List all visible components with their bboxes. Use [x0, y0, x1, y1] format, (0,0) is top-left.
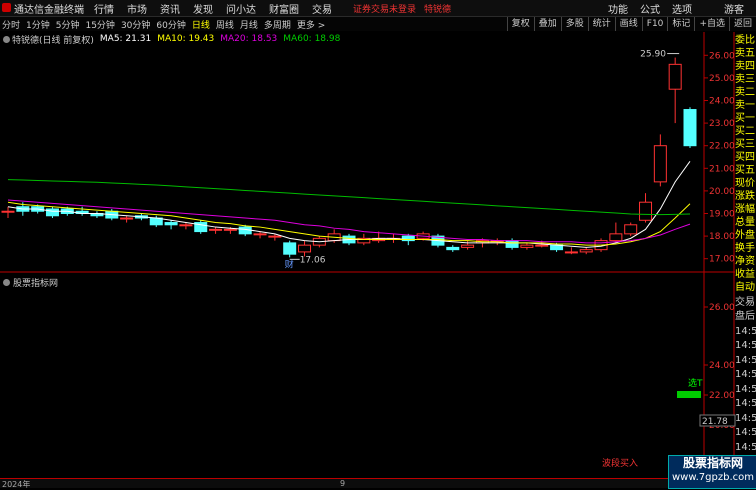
quote-field-label: 总量: [735, 217, 755, 228]
event-marker: 财: [285, 258, 294, 270]
kline-chart[interactable]: 26.00 25.00 24.00 23.00 22.00 21.00 20.00 19.00…: [0, 0, 756, 487]
quote-field-label: 卖一: [735, 100, 755, 111]
candle-body: [624, 224, 638, 235]
candle-body: [268, 235, 282, 238]
candle-body: [283, 242, 297, 255]
quote-field-label: 净资: [735, 256, 755, 267]
y-tick-label: 17.00: [709, 255, 735, 265]
quote-field-label: 买三: [735, 139, 755, 150]
trade-row: 14:50: [735, 427, 756, 438]
candle-body: [653, 145, 667, 183]
high-price-label: 25.90: [640, 50, 666, 60]
y-tick-label: 25.00: [709, 74, 735, 84]
watermark: 股票指标网 www.7gpzb.com: [668, 455, 756, 489]
indicator-tick-label: 26.00: [709, 303, 735, 313]
trade-row: 盘后: [735, 311, 755, 322]
date-axis-year: 2024年: [2, 480, 31, 489]
trade-row: 自动: [735, 282, 755, 293]
trade-panel: 自动交易盘后 14:50 14:50 14:50 14:50 14:50 14:50 14:5…: [735, 281, 756, 467]
trade-row: 14:50: [735, 325, 756, 337]
candle-body: [564, 251, 578, 254]
quote-field-label: 收益: [735, 269, 755, 280]
quote-field-label: 卖四: [735, 61, 755, 72]
candle-body: [223, 228, 237, 231]
quote-field-label: 涨幅: [735, 204, 755, 215]
quote-field-label: 外盘: [735, 230, 755, 241]
quote-field-label: 买一: [735, 113, 755, 124]
trade-row: 14:50: [735, 398, 756, 409]
signal-label: 选T: [688, 377, 703, 389]
candle-body: [609, 233, 623, 242]
trade-row: 交易: [735, 296, 755, 308]
watermark-url: www.7gpzb.com: [672, 472, 754, 483]
candle-body: [164, 222, 178, 226]
ma-line-ma10: [7, 201, 691, 246]
candle-body: [298, 244, 312, 253]
indicator-dot-icon[interactable]: [3, 278, 10, 286]
candle-body: [209, 228, 223, 231]
candle-body: [520, 244, 534, 248]
candle-body: [179, 224, 193, 227]
quote-field-label: 涨跌: [735, 191, 755, 202]
trade-row: 14:50: [735, 412, 756, 424]
trade-row: 14:50: [735, 369, 756, 380]
candle-body: [668, 63, 682, 90]
candle-body: [505, 240, 519, 248]
indicator-tick-label: 22.00: [709, 391, 735, 401]
quote-panel: 委比卖五卖四卖三卖二卖一买一买二买三买四买五现价涨跌涨幅总量外盘换手净资收益: [735, 34, 756, 280]
buy-signal-label: 波段买入: [602, 459, 639, 469]
indicator-name: 股票指标网: [13, 278, 59, 289]
watermark-title: 股票指标网: [682, 456, 743, 470]
quote-field-label: 买四: [735, 152, 755, 163]
candle-body: [446, 246, 460, 251]
candle-body: [535, 244, 549, 247]
y-tick-label: 23.00: [709, 119, 735, 129]
trade-row: 14:50: [735, 383, 756, 395]
quote-field-label: 换手: [735, 243, 755, 254]
trade-row: 14:50: [735, 441, 756, 453]
candle-body: [683, 109, 697, 147]
indicator-value-label: 21.78: [702, 417, 728, 427]
y-tick-label: 18.00: [709, 232, 735, 242]
quote-field-label: 卖三: [735, 74, 755, 85]
candle-body: [120, 217, 134, 220]
y-tick-label: 24.00: [709, 97, 735, 107]
trade-row: 14:50: [735, 340, 756, 351]
y-tick-label: 20.00: [709, 187, 735, 197]
quote-field-label: 卖二: [735, 87, 755, 98]
quote-field-label: 委比: [735, 35, 755, 46]
candle-body: [45, 208, 59, 217]
candle-body: [639, 201, 653, 221]
y-tick-label: 22.00: [709, 142, 735, 152]
y-tick-label: 19.00: [709, 210, 735, 220]
quote-field-label: 卖五: [735, 48, 755, 59]
indicator-title-bar: 股票指标网: [0, 276, 59, 289]
quote-field-label: 买二: [735, 126, 755, 137]
quote-field-label: 买五: [735, 165, 755, 176]
ma-line-ma60: [7, 179, 691, 216]
candle-body: [1, 210, 15, 213]
candle-body: [579, 249, 593, 253]
candle-body: [253, 233, 267, 236]
y-tick-label: 26.00: [709, 51, 735, 61]
y-tick-label: 21.00: [709, 164, 735, 174]
signal-bar: [677, 391, 701, 398]
low-price-label: 17.06: [300, 255, 326, 265]
indicator-tick-label: 24.00: [709, 361, 735, 371]
candle-body: [461, 244, 475, 248]
trade-row: 14:50: [735, 354, 756, 366]
quote-field-label: 现价: [735, 178, 755, 189]
